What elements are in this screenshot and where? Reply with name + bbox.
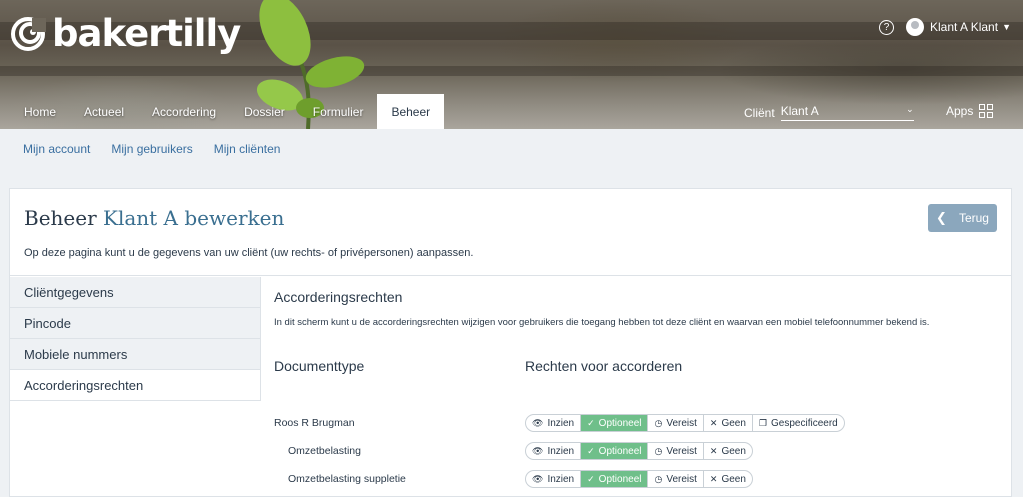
subnav-mijn-account[interactable]: Mijn account xyxy=(23,142,90,156)
page-title-accent: Klant A bewerken xyxy=(103,206,285,230)
option-inzien[interactable]: 👁 Inzien xyxy=(526,415,582,431)
help-icon[interactable]: ? xyxy=(879,19,895,35)
nav-formulier[interactable]: Formulier xyxy=(299,94,378,129)
back-button[interactable]: ❮ Terug xyxy=(928,204,997,232)
option-vereist[interactable]: ◷ Vereist xyxy=(648,443,704,459)
option-optioneel[interactable]: ✓ Optioneel xyxy=(581,443,649,459)
page-description: Op deze pagina kunt u de gegevens van uw… xyxy=(24,247,474,259)
section-description: In dit scherm kunt u de accorderingsrech… xyxy=(274,317,930,328)
option-label: Vereist xyxy=(666,473,697,485)
option-optioneel[interactable]: ✓ Optioneel xyxy=(581,471,649,487)
bakertilly-logo[interactable]: bakertilly xyxy=(10,12,241,55)
option-label: Optioneel xyxy=(598,445,642,457)
col-rechten: Rechten voor accorderen xyxy=(525,358,683,374)
apps-grid-icon xyxy=(979,104,994,118)
nav-accordering[interactable]: Accordering xyxy=(138,94,230,129)
subnav-mijn-clienten[interactable]: Mijn cliënten xyxy=(214,142,281,156)
apps-label: Apps xyxy=(946,104,974,118)
option-label: Vereist xyxy=(666,445,697,457)
client-select-label: Cliënt xyxy=(744,105,775,120)
section-title: Accorderingsrechten xyxy=(274,289,403,305)
sidebar-item-mobiele-nummers[interactable]: Mobiele nummers xyxy=(10,339,260,370)
option-label: Vereist xyxy=(666,417,697,429)
header-banner: bakertilly ? Klant A Klant ▼ Home Actuee… xyxy=(0,0,1023,129)
nav-beheer[interactable]: Beheer xyxy=(377,94,445,129)
rights-segmented-control: 👁 Inzien ✓ Optioneel ◷ Vereist ✕ Geen ❐ Gespe… xyxy=(525,414,845,432)
check-icon: ✓ xyxy=(587,445,595,456)
copy-icon: ❐ xyxy=(758,417,768,428)
chevron-down-icon[interactable]: ▼ xyxy=(1002,22,1011,32)
chevron-left-icon: ❮ xyxy=(936,210,947,225)
brand-name: bakertilly xyxy=(52,12,241,55)
back-button-label: Terug xyxy=(958,211,989,225)
close-icon: ✕ xyxy=(709,445,718,456)
alarm-icon: ◷ xyxy=(654,445,663,456)
rights-row: Omzetbelasting suppletie 👁 Inzien ✓ Option… xyxy=(274,470,1004,488)
option-label: Geen xyxy=(721,445,746,457)
col-documenttype: Documenttype xyxy=(274,358,365,374)
option-gespecificeerd[interactable]: ❐ Gespecificeerd xyxy=(753,415,844,431)
option-inzien[interactable]: 👁 Inzien xyxy=(526,471,582,487)
page-title-prefix: Beheer xyxy=(24,206,97,230)
close-icon: ✕ xyxy=(709,417,718,428)
sidebar-item-clientgegevens[interactable]: Cliëntgegevens xyxy=(10,277,260,308)
sidebar-item-pincode[interactable]: Pincode xyxy=(10,308,260,339)
nav-dossier[interactable]: Dossier xyxy=(230,94,299,129)
main-nav: Home Actueel Accordering Dossier Formuli… xyxy=(10,94,445,129)
sidebar: Cliëntgegevens Pincode Mobiele nummers A… xyxy=(10,277,261,401)
row-label: Omzetbelasting suppletie xyxy=(288,473,406,485)
nav-actueel[interactable]: Actueel xyxy=(70,94,138,129)
user-area: ? Klant A Klant ▼ xyxy=(879,18,1011,36)
eye-icon: 👁 xyxy=(532,417,544,428)
option-vereist[interactable]: ◷ Vereist xyxy=(648,415,704,431)
alarm-icon: ◷ xyxy=(654,417,663,428)
check-icon: ✓ xyxy=(587,473,595,484)
option-vereist[interactable]: ◷ Vereist xyxy=(648,471,704,487)
option-geen[interactable]: ✕ Geen xyxy=(704,471,752,487)
option-geen[interactable]: ✕ Geen xyxy=(704,443,752,459)
row-label: Roos R Brugman xyxy=(274,417,355,429)
row-label: Omzetbelasting xyxy=(288,445,361,457)
rights-segmented-control: 👁 Inzien ✓ Optioneel ◷ Vereist ✕ Geen xyxy=(525,442,753,460)
main-card: Beheer Klant A bewerken Op deze pagina k… xyxy=(9,188,1012,497)
option-inzien[interactable]: 👁 Inzien xyxy=(526,443,582,459)
option-label: Inzien xyxy=(547,445,575,457)
content-area: Accorderingsrechten In dit scherm kunt u… xyxy=(274,289,1004,488)
user-name[interactable]: Klant A Klant xyxy=(930,20,998,34)
rights-row: Omzetbelasting 👁 Inzien ✓ Optioneel ◷ Verei… xyxy=(274,442,1004,460)
option-label: Gespecificeerd xyxy=(771,417,838,429)
subnav-mijn-gebruikers[interactable]: Mijn gebruikers xyxy=(111,142,192,156)
chevron-down-icon: ⌄ xyxy=(906,104,914,114)
option-label: Optioneel xyxy=(598,473,642,485)
page-title: Beheer Klant A bewerken xyxy=(24,206,284,230)
client-select-field[interactable]: Klant A ⌄ xyxy=(780,104,914,121)
option-label: Inzien xyxy=(547,417,575,429)
close-icon: ✕ xyxy=(709,473,718,484)
sub-nav: Mijn account Mijn gebruikers Mijn cliënt… xyxy=(0,129,1023,169)
rights-row: Roos R Brugman 👁 Inzien ✓ Optioneel ◷ Verei… xyxy=(274,414,1004,432)
avatar[interactable] xyxy=(906,18,925,36)
sidebar-item-accorderingsrechten[interactable]: Accorderingsrechten xyxy=(10,370,260,401)
rights-segmented-control: 👁 Inzien ✓ Optioneel ◷ Vereist ✕ Geen xyxy=(525,470,753,488)
eye-icon: 👁 xyxy=(532,473,544,484)
eye-icon: 👁 xyxy=(532,445,544,456)
client-select-value: Klant A xyxy=(780,104,819,118)
nav-home[interactable]: Home xyxy=(10,94,70,129)
client-select[interactable]: Cliënt Klant A ⌄ xyxy=(744,104,914,121)
option-label: Geen xyxy=(721,473,746,485)
column-headers: Documenttype Rechten voor accorderen xyxy=(274,358,1004,388)
option-label: Geen xyxy=(721,417,746,429)
option-geen[interactable]: ✕ Geen xyxy=(704,415,753,431)
logo-swirl-icon xyxy=(11,16,46,51)
option-label: Optioneel xyxy=(598,417,642,429)
apps-menu[interactable]: Apps xyxy=(946,104,994,118)
alarm-icon: ◷ xyxy=(654,473,663,484)
option-optioneel[interactable]: ✓ Optioneel xyxy=(581,415,649,431)
check-icon: ✓ xyxy=(587,417,595,428)
option-label: Inzien xyxy=(547,473,575,485)
card-header: Beheer Klant A bewerken Op deze pagina k… xyxy=(10,189,1011,276)
